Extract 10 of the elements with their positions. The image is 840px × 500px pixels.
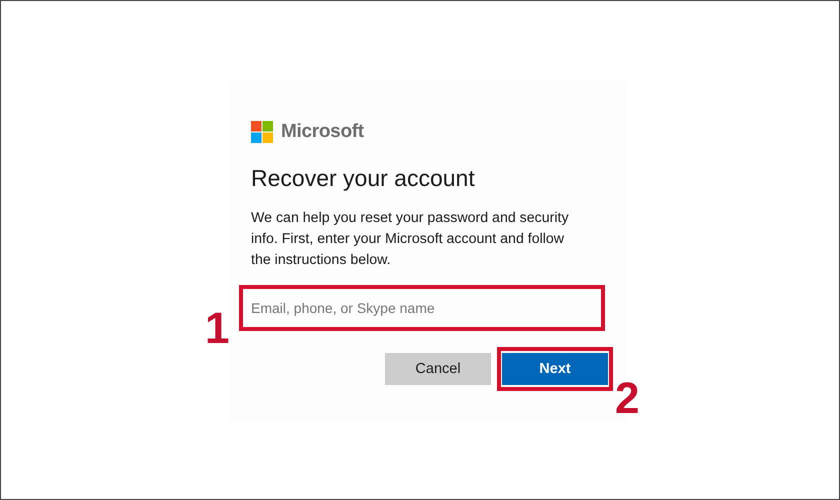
page-title: Recover your account bbox=[251, 165, 476, 192]
next-button[interactable]: Next bbox=[502, 353, 608, 385]
email-input-field[interactable]: Email, phone, or Skype name bbox=[243, 300, 601, 316]
step-number: 2 bbox=[615, 374, 640, 424]
logo-text: Microsoft bbox=[281, 121, 364, 143]
description-text: We can help you reset your password and security info. First, enter your Microsoft account and follow the instructions below. bbox=[251, 209, 570, 270]
step-number: 1 bbox=[205, 304, 230, 354]
logo-icon bbox=[251, 121, 273, 143]
input-field[interactable]: Email, phone, or Skype name bbox=[239, 285, 605, 331]
cancel-button[interactable]: Cancel bbox=[385, 353, 491, 385]
